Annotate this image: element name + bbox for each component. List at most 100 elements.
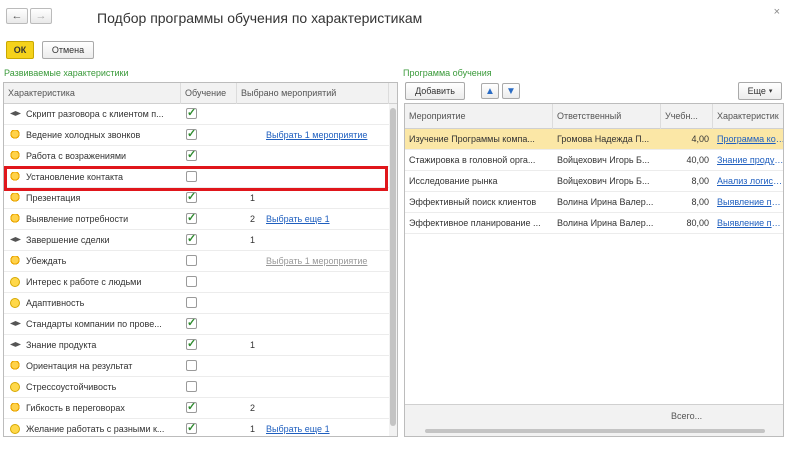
training-checkbox[interactable] [186,316,197,329]
training-checkbox[interactable] [186,255,197,266]
training-checkbox[interactable] [186,337,197,350]
close-icon[interactable]: × [774,6,780,18]
more-label: Еще [747,86,766,96]
hours-value: 80,00 [686,218,709,228]
arrow-up-icon: ▲ [485,85,495,97]
characteristic-name: Стрессоустойчивость [26,382,117,392]
table-row[interactable]: Презентация 1 [4,188,389,209]
column-header[interactable]: Выбрано мероприятий [237,83,389,104]
column-header[interactable]: Характеристика [4,83,181,104]
hours-value: 40,00 [686,155,709,165]
table-row[interactable]: Скрипт разговора с клиентом п... [4,104,389,125]
ok-button[interactable]: ОК [6,41,34,59]
table-row[interactable]: Эффективное планирование ... Волина Ирина… [405,213,783,234]
forward-button[interactable]: → [30,8,52,24]
lightbulb-icon [10,151,20,161]
move-up-button[interactable]: ▲ [481,83,499,99]
program-table: Мероприятие Ответственный Учебн... Харак… [404,103,784,437]
table-row[interactable]: Изучение Программы компа... Громова Надеж… [405,129,783,150]
table-row[interactable]: Завершение сделки 1 [4,230,389,251]
table-row[interactable]: Стрессоустойчивость [4,377,389,398]
cancel-button[interactable]: Отмена [42,41,94,59]
characteristic-link[interactable]: Знание продукта [717,150,783,171]
characteristic-link[interactable]: Выявление потре [717,213,783,234]
table-row[interactable]: Адаптивность [4,293,389,314]
select-event-link[interactable]: Выбрать еще 1 [266,209,386,230]
characteristic-name: Работа с возражениями [26,151,127,161]
select-event-link[interactable]: Выбрать еще 1 [266,419,386,436]
table-row[interactable]: Работа с возражениями [4,146,389,167]
select-event-link[interactable]: Выбрать 1 мероприятие [266,125,386,146]
column-header[interactable]: Характеристик [713,104,783,129]
column-header[interactable]: Мероприятие [405,104,553,129]
training-checkbox[interactable] [186,400,197,413]
characteristic-link[interactable]: Анализ логистич [717,171,783,192]
characteristic-name: Интерес к работе с людьми [26,277,142,287]
table-row[interactable]: Интерес к работе с людьми [4,272,389,293]
selected-count [250,377,262,398]
more-button[interactable]: Еще ▾ [738,82,782,100]
selected-count [250,314,262,335]
table-row[interactable]: Ведение холодных звонков Выбрать 1 меропр… [4,125,389,146]
training-checkbox[interactable] [186,211,197,224]
graduation-cap-icon [10,321,21,326]
column-header[interactable]: Ответственный [553,104,661,129]
smiley-icon [10,298,20,308]
training-checkbox[interactable] [186,297,197,308]
selected-count [250,272,262,293]
scrollbar-thumb[interactable] [425,429,765,433]
selected-count: 1 [250,340,256,350]
training-checkbox[interactable] [186,190,197,203]
characteristic-name: Стандарты компании по прове... [26,319,162,329]
selected-count [250,251,262,272]
event-name: Исследование рынка [409,176,498,186]
characteristic-name: Ориентация на результат [26,361,133,371]
select-event-link[interactable]: Выбрать 1 мероприятие [266,251,386,272]
selected-count [250,356,262,377]
responsible-name: Войцехович Игорь Б... [557,155,650,165]
table-row[interactable]: Исследование рынка Войцехович Игорь Б... 8… [405,171,783,192]
table-row[interactable]: Ориентация на результат [4,356,389,377]
vertical-scrollbar[interactable] [389,104,397,436]
hours-value: 8,00 [691,176,709,186]
column-header[interactable]: Учебн... [661,104,713,129]
training-checkbox[interactable] [186,381,197,392]
table-row[interactable]: Убеждать Выбрать 1 мероприятие [4,251,389,272]
table-header: Мероприятие Ответственный Учебн... Харак… [405,104,783,129]
column-header[interactable]: Обучение [181,83,237,104]
table-row[interactable]: Эффективный поиск клиентов Волина Ирина В… [405,192,783,213]
selected-count: 1 [250,193,256,203]
table-row[interactable]: Знание продукта 1 [4,335,389,356]
table-row[interactable]: Стандарты компании по прове... [4,314,389,335]
training-checkbox[interactable] [186,421,197,434]
training-checkbox[interactable] [186,276,197,287]
responsible-name: Войцехович Игорь Б... [557,176,650,186]
table-row[interactable]: Выявление потребности 2 Выбрать еще 1 [4,209,389,230]
arrow-right-icon: → [35,10,47,22]
table-row[interactable]: Стажировка в головной орга... Войцехович … [405,150,783,171]
characteristic-link[interactable]: Выявление потре [717,192,783,213]
table-row[interactable]: Желание работать с разными к... 1 Выбрать … [4,419,389,436]
lightbulb-icon [10,130,20,140]
training-checkbox[interactable] [186,232,197,245]
scrollbar-thumb[interactable] [390,108,396,426]
training-checkbox[interactable] [186,127,197,140]
add-button[interactable]: Добавить [405,82,465,100]
back-button[interactable]: ← [6,8,28,24]
training-checkbox[interactable] [186,360,197,371]
lightbulb-icon [10,403,20,413]
training-checkbox[interactable] [186,148,197,161]
move-down-button[interactable]: ▼ [502,83,520,99]
hours-value: 8,00 [691,197,709,207]
lightbulb-icon [10,214,20,224]
horizontal-scrollbar[interactable] [405,426,783,436]
chevron-down-icon: ▾ [768,88,773,95]
smiley-icon [10,382,20,392]
smiley-icon [10,277,20,287]
characteristics-section-title: Развиваемые характеристики [4,68,129,78]
table-row[interactable]: Гибкость в переговорах 2 [4,398,389,419]
selected-count: 2 [250,403,256,413]
training-checkbox[interactable] [186,106,197,119]
characteristic-link[interactable]: Программа компа [717,129,783,150]
characteristic-name: Презентация [26,193,81,203]
